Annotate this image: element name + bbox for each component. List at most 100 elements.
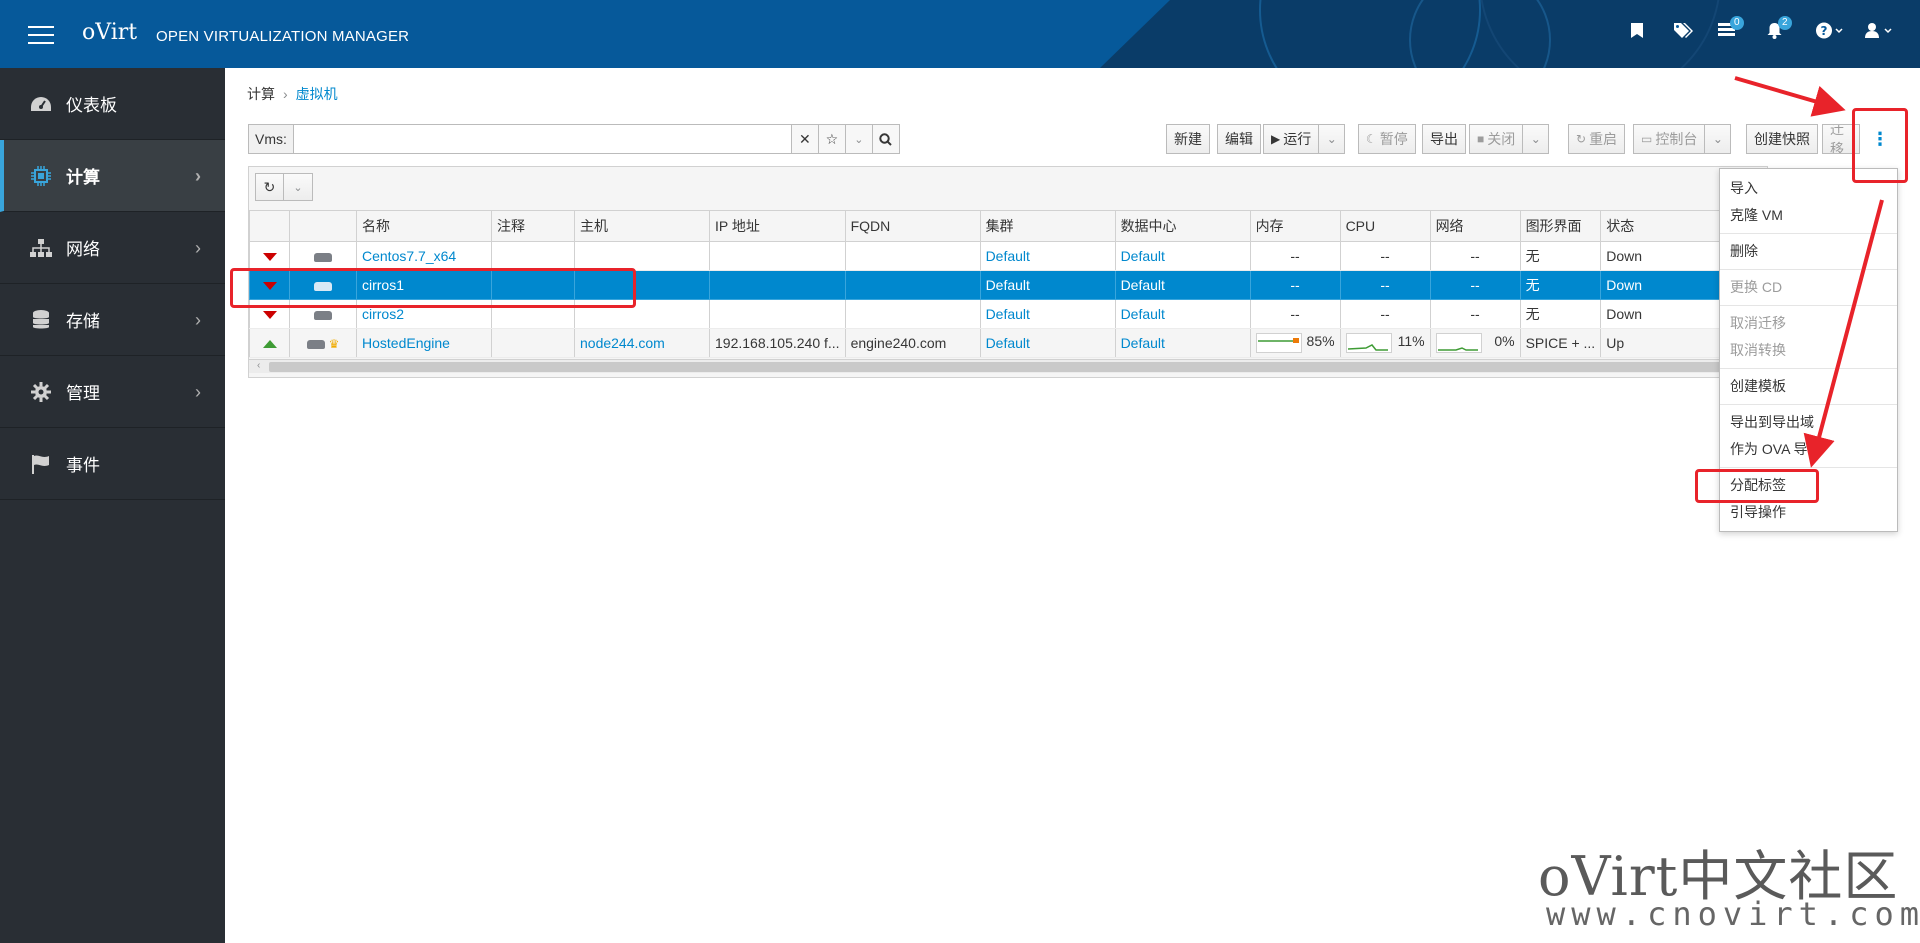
- reboot-button[interactable]: ↻ 重启: [1568, 124, 1626, 154]
- col-cluster[interactable]: 集群: [979, 210, 1116, 242]
- table-row[interactable]: Centos7.7_x64 Default Default -- -- -- 无…: [249, 241, 1754, 271]
- export-button[interactable]: 导出: [1422, 124, 1466, 154]
- nav-item-storage[interactable]: 存储 ›: [0, 284, 225, 356]
- menu-item-export-to-domain[interactable]: 导出到导出域: [1720, 409, 1897, 436]
- nav-item-compute[interactable]: 计算 ›: [0, 140, 225, 212]
- run-label: 运行: [1283, 131, 1312, 147]
- cell-graphics: 无: [1519, 299, 1602, 329]
- menu-item-cancel-migration[interactable]: 取消迁移: [1720, 310, 1897, 337]
- user-icon[interactable]: [1864, 22, 1894, 44]
- bookmark-icon[interactable]: [1630, 22, 1644, 44]
- menu-item-change-cd[interactable]: 更换 CD: [1720, 274, 1897, 301]
- run-caret-icon[interactable]: ⌄: [1319, 124, 1346, 154]
- chevron-down-icon[interactable]: ⌄: [845, 124, 873, 154]
- col-host[interactable]: 主机: [574, 210, 710, 242]
- col-fqdn[interactable]: FQDN: [844, 210, 981, 242]
- nav-item-events[interactable]: 事件: [0, 428, 225, 500]
- vm-name-link[interactable]: cirros2: [362, 306, 404, 322]
- refresh-icon[interactable]: ↻: [255, 173, 284, 201]
- menu-item-cancel-conversion[interactable]: 取消转换: [1720, 337, 1897, 364]
- tags-icon[interactable]: [1673, 22, 1693, 44]
- console-caret-icon[interactable]: ⌄: [1705, 124, 1732, 154]
- cell-datacenter: Default: [1114, 328, 1251, 358]
- table-header-row: 名称 注释 主机 IP 地址 FQDN 集群 数据中心 内存 CPU 网络 图形…: [249, 210, 1754, 242]
- pause-button[interactable]: ☾ 暂停: [1358, 124, 1416, 154]
- cell-cluster: Default: [979, 241, 1116, 271]
- col-network[interactable]: 网络: [1429, 210, 1521, 242]
- cell-host: node244.com: [574, 328, 710, 358]
- nav-label-storage: 存储: [66, 312, 100, 331]
- host-link[interactable]: node244.com: [580, 335, 665, 351]
- col-cpu[interactable]: CPU: [1339, 210, 1431, 242]
- network-value: 0%: [1494, 333, 1515, 349]
- col-memory[interactable]: 内存: [1249, 210, 1341, 242]
- menu-item-guide-me[interactable]: 引导操作: [1720, 499, 1897, 526]
- cpu-sparkline: [1345, 333, 1392, 353]
- search-input[interactable]: [293, 124, 792, 154]
- col-ip[interactable]: IP 地址: [709, 210, 846, 242]
- table-row[interactable]: ♛ HostedEngine node244.com 192.168.105.2…: [249, 328, 1754, 358]
- masthead: oVirt OPEN VIRTUALIZATION MANAGER 0 2 ?: [0, 0, 1920, 68]
- cluster-link[interactable]: Default: [986, 306, 1030, 322]
- hamburger-menu-icon[interactable]: [28, 26, 54, 44]
- create-snapshot-button[interactable]: 创建快照: [1746, 124, 1818, 154]
- cell-cluster: Default: [979, 270, 1116, 300]
- desktop-icon: ▭: [1641, 132, 1653, 146]
- datacenter-link[interactable]: Default: [1121, 248, 1165, 264]
- nav-item-network[interactable]: 网络 ›: [0, 212, 225, 284]
- console-label: 控制台: [1655, 131, 1698, 147]
- menu-item-remove[interactable]: 删除: [1720, 238, 1897, 265]
- menu-item-clone-vm[interactable]: 克隆 VM: [1720, 202, 1897, 229]
- watermark-url: www.cnovirt.com: [1546, 895, 1920, 933]
- dashboard-icon: [30, 93, 52, 115]
- cluster-link[interactable]: Default: [986, 277, 1030, 293]
- shutdown-button[interactable]: ■ 关闭: [1469, 124, 1524, 154]
- brand-subtitle: OPEN VIRTUALIZATION MANAGER: [156, 28, 410, 45]
- horizontal-scrollbar[interactable]: ‹: [249, 359, 1767, 373]
- cell-cluster: Default: [979, 328, 1116, 358]
- new-vm-group: 新建: [1166, 124, 1210, 154]
- nav-item-dashboard[interactable]: 仪表板: [0, 68, 225, 140]
- breadcrumb-parent[interactable]: 计算: [247, 86, 275, 102]
- reboot-group: ↻ 重启: [1568, 124, 1626, 154]
- cluster-link[interactable]: Default: [986, 248, 1030, 264]
- scrollbar-thumb[interactable]: [269, 362, 1759, 372]
- cluster-link[interactable]: Default: [986, 335, 1030, 351]
- new-vm-button[interactable]: 新建: [1166, 124, 1210, 154]
- shutdown-caret-icon[interactable]: ⌄: [1523, 124, 1550, 154]
- col-name[interactable]: 名称: [356, 210, 492, 242]
- edit-vm-button[interactable]: 编辑: [1217, 124, 1261, 154]
- brand-logo[interactable]: oVirt: [82, 20, 137, 45]
- chevron-right-icon: ›: [195, 238, 201, 258]
- refresh-control: ↻ ⌄: [255, 173, 313, 201]
- breadcrumb-current[interactable]: 虚拟机: [296, 86, 338, 102]
- console-button[interactable]: ▭ 控制台: [1633, 124, 1706, 154]
- vm-name-link[interactable]: Centos7.7_x64: [362, 248, 456, 264]
- menu-item-make-template[interactable]: 创建模板: [1720, 373, 1897, 400]
- vm-name-link[interactable]: HostedEngine: [362, 335, 450, 351]
- menu-item-export-ova[interactable]: 作为 OVA 导出: [1720, 436, 1897, 463]
- tasks-icon[interactable]: 0: [1718, 16, 1744, 43]
- run-button[interactable]: ▶ 运行: [1263, 124, 1320, 154]
- hosted-engine-icon: ♛: [289, 328, 357, 358]
- datacenter-link[interactable]: Default: [1121, 277, 1165, 293]
- scroll-left-icon[interactable]: ‹: [257, 360, 260, 371]
- flag-icon: [30, 453, 52, 475]
- datacenter-link[interactable]: Default: [1121, 306, 1165, 322]
- clear-search-icon[interactable]: ✕: [791, 124, 819, 154]
- breadcrumb-separator: ›: [283, 86, 288, 102]
- cell-fqdn: [844, 270, 981, 300]
- col-comment[interactable]: 注释: [491, 210, 575, 242]
- datacenter-link[interactable]: Default: [1121, 335, 1165, 351]
- bell-icon[interactable]: 2: [1766, 16, 1792, 44]
- pause-group: ☾ 暂停: [1358, 124, 1416, 154]
- search-icon[interactable]: [872, 124, 900, 154]
- help-icon[interactable]: ?: [1816, 22, 1844, 44]
- cell-fqdn: engine240.com: [844, 328, 981, 358]
- chevron-down-icon[interactable]: ⌄: [284, 173, 313, 201]
- col-datacenter[interactable]: 数据中心: [1114, 210, 1251, 242]
- bookmark-star-icon[interactable]: ☆: [818, 124, 846, 154]
- cell-memory: --: [1249, 270, 1341, 300]
- nav-item-admin[interactable]: 管理 ›: [0, 356, 225, 428]
- col-graphics[interactable]: 图形界面: [1519, 210, 1602, 242]
